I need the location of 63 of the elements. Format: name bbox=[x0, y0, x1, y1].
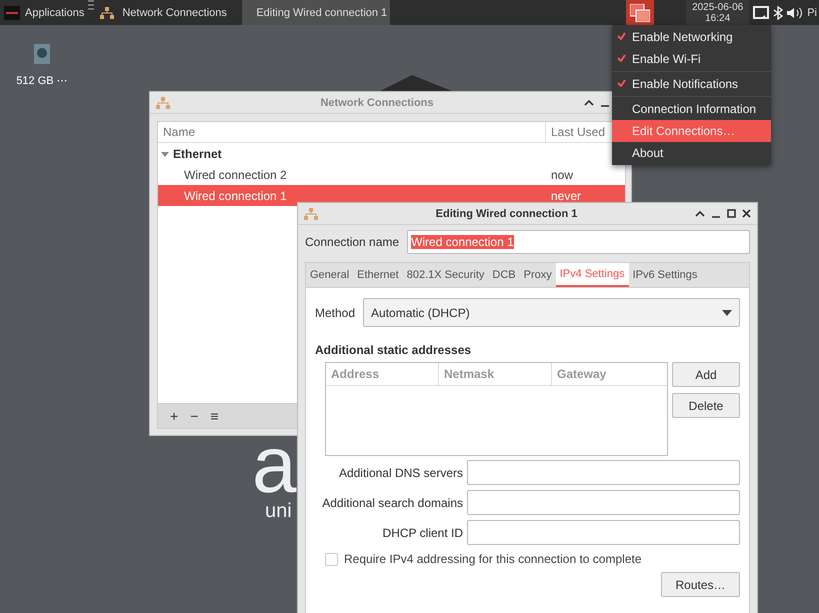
drive-icon bbox=[34, 44, 50, 64]
routes-button[interactable]: Routes… bbox=[661, 572, 740, 597]
tab[interactable]: IPv6 Settings bbox=[628, 263, 702, 287]
field-label: Method bbox=[315, 306, 356, 320]
checkbox[interactable] bbox=[325, 552, 338, 566]
workspace-icon bbox=[88, 0, 94, 10]
window-title: Network Connections bbox=[319, 96, 435, 108]
menu-button[interactable]: ≡ bbox=[208, 408, 221, 424]
maximize-icon[interactable] bbox=[727, 209, 736, 218]
add-button[interactable]: + bbox=[168, 408, 180, 424]
network-icon bbox=[304, 208, 318, 220]
check-icon bbox=[617, 54, 626, 62]
applications-menu-button[interactable]: Applications bbox=[0, 0, 88, 25]
connection-row[interactable]: Wired connection 2 now bbox=[158, 164, 625, 185]
input-field[interactable] bbox=[467, 520, 740, 545]
tab[interactable]: Proxy bbox=[520, 263, 556, 287]
input-field[interactable] bbox=[467, 490, 740, 515]
volume-icon[interactable] bbox=[787, 6, 804, 18]
user-name[interactable]: Pi bbox=[807, 6, 817, 18]
last-used: never bbox=[550, 188, 582, 202]
field-label: DHCP client ID bbox=[382, 526, 463, 540]
network-icon bbox=[156, 96, 170, 108]
network-icon bbox=[100, 6, 114, 18]
dropdown-arrow-icon bbox=[722, 310, 732, 316]
delete-button[interactable]: Delete bbox=[672, 393, 740, 418]
bluetooth-icon[interactable] bbox=[773, 6, 784, 20]
menu-item[interactable]: Connection Information bbox=[612, 98, 771, 120]
remove-button[interactable]: − bbox=[188, 408, 200, 424]
window-title: Editing Wired connection 1 bbox=[434, 208, 578, 220]
field-label: Additional search domains bbox=[321, 496, 463, 510]
section-heading: Additional static addresses bbox=[315, 343, 472, 357]
shade-icon[interactable] bbox=[584, 98, 594, 106]
menu-item[interactable]: Enable Networking bbox=[612, 26, 771, 48]
tab[interactable]: 802.1X Security bbox=[402, 263, 488, 287]
check-icon bbox=[617, 79, 626, 87]
display-icon[interactable] bbox=[753, 6, 770, 20]
connection-name: Wired connection 1 bbox=[183, 188, 288, 202]
column-header[interactable]: Name bbox=[158, 122, 546, 142]
last-used: now bbox=[550, 168, 574, 182]
connection-name: Wired connection 2 bbox=[183, 168, 288, 182]
field-label: Connection name bbox=[305, 235, 400, 249]
desktop-icon[interactable]: 512 GB ⋯ bbox=[14, 44, 70, 87]
wallpaper-text: uni bbox=[265, 500, 292, 523]
checkbox-label: Require IPv4 addressing for this connection to complete bbox=[344, 552, 642, 566]
taskbar-task[interactable]: Editing Wired connection 1 bbox=[242, 0, 390, 25]
expander-down-icon bbox=[161, 150, 169, 158]
method-dropdown[interactable]: Automatic (DHCP) bbox=[363, 298, 740, 327]
menu-item[interactable]: Enable Wi-Fi bbox=[612, 48, 771, 70]
app-logo-icon bbox=[4, 6, 20, 20]
network-tray-button[interactable] bbox=[626, 0, 654, 25]
menu-item[interactable]: Enable Notifications bbox=[612, 73, 771, 95]
tab[interactable]: DCB bbox=[488, 263, 520, 287]
shade-icon[interactable] bbox=[695, 210, 705, 218]
check-icon bbox=[617, 32, 626, 40]
input-field[interactable] bbox=[467, 460, 740, 485]
close-icon[interactable] bbox=[742, 209, 751, 218]
tab[interactable]: Ethernet bbox=[353, 263, 403, 287]
add-button[interactable]: Add bbox=[672, 362, 740, 387]
clock: 2025-06-06 16:24 bbox=[686, 0, 750, 25]
field-label: Additional DNS servers bbox=[338, 466, 463, 480]
network-icon bbox=[630, 4, 650, 22]
tab[interactable]: General bbox=[306, 263, 354, 287]
taskbar-task[interactable]: Network Connections bbox=[94, 0, 242, 25]
